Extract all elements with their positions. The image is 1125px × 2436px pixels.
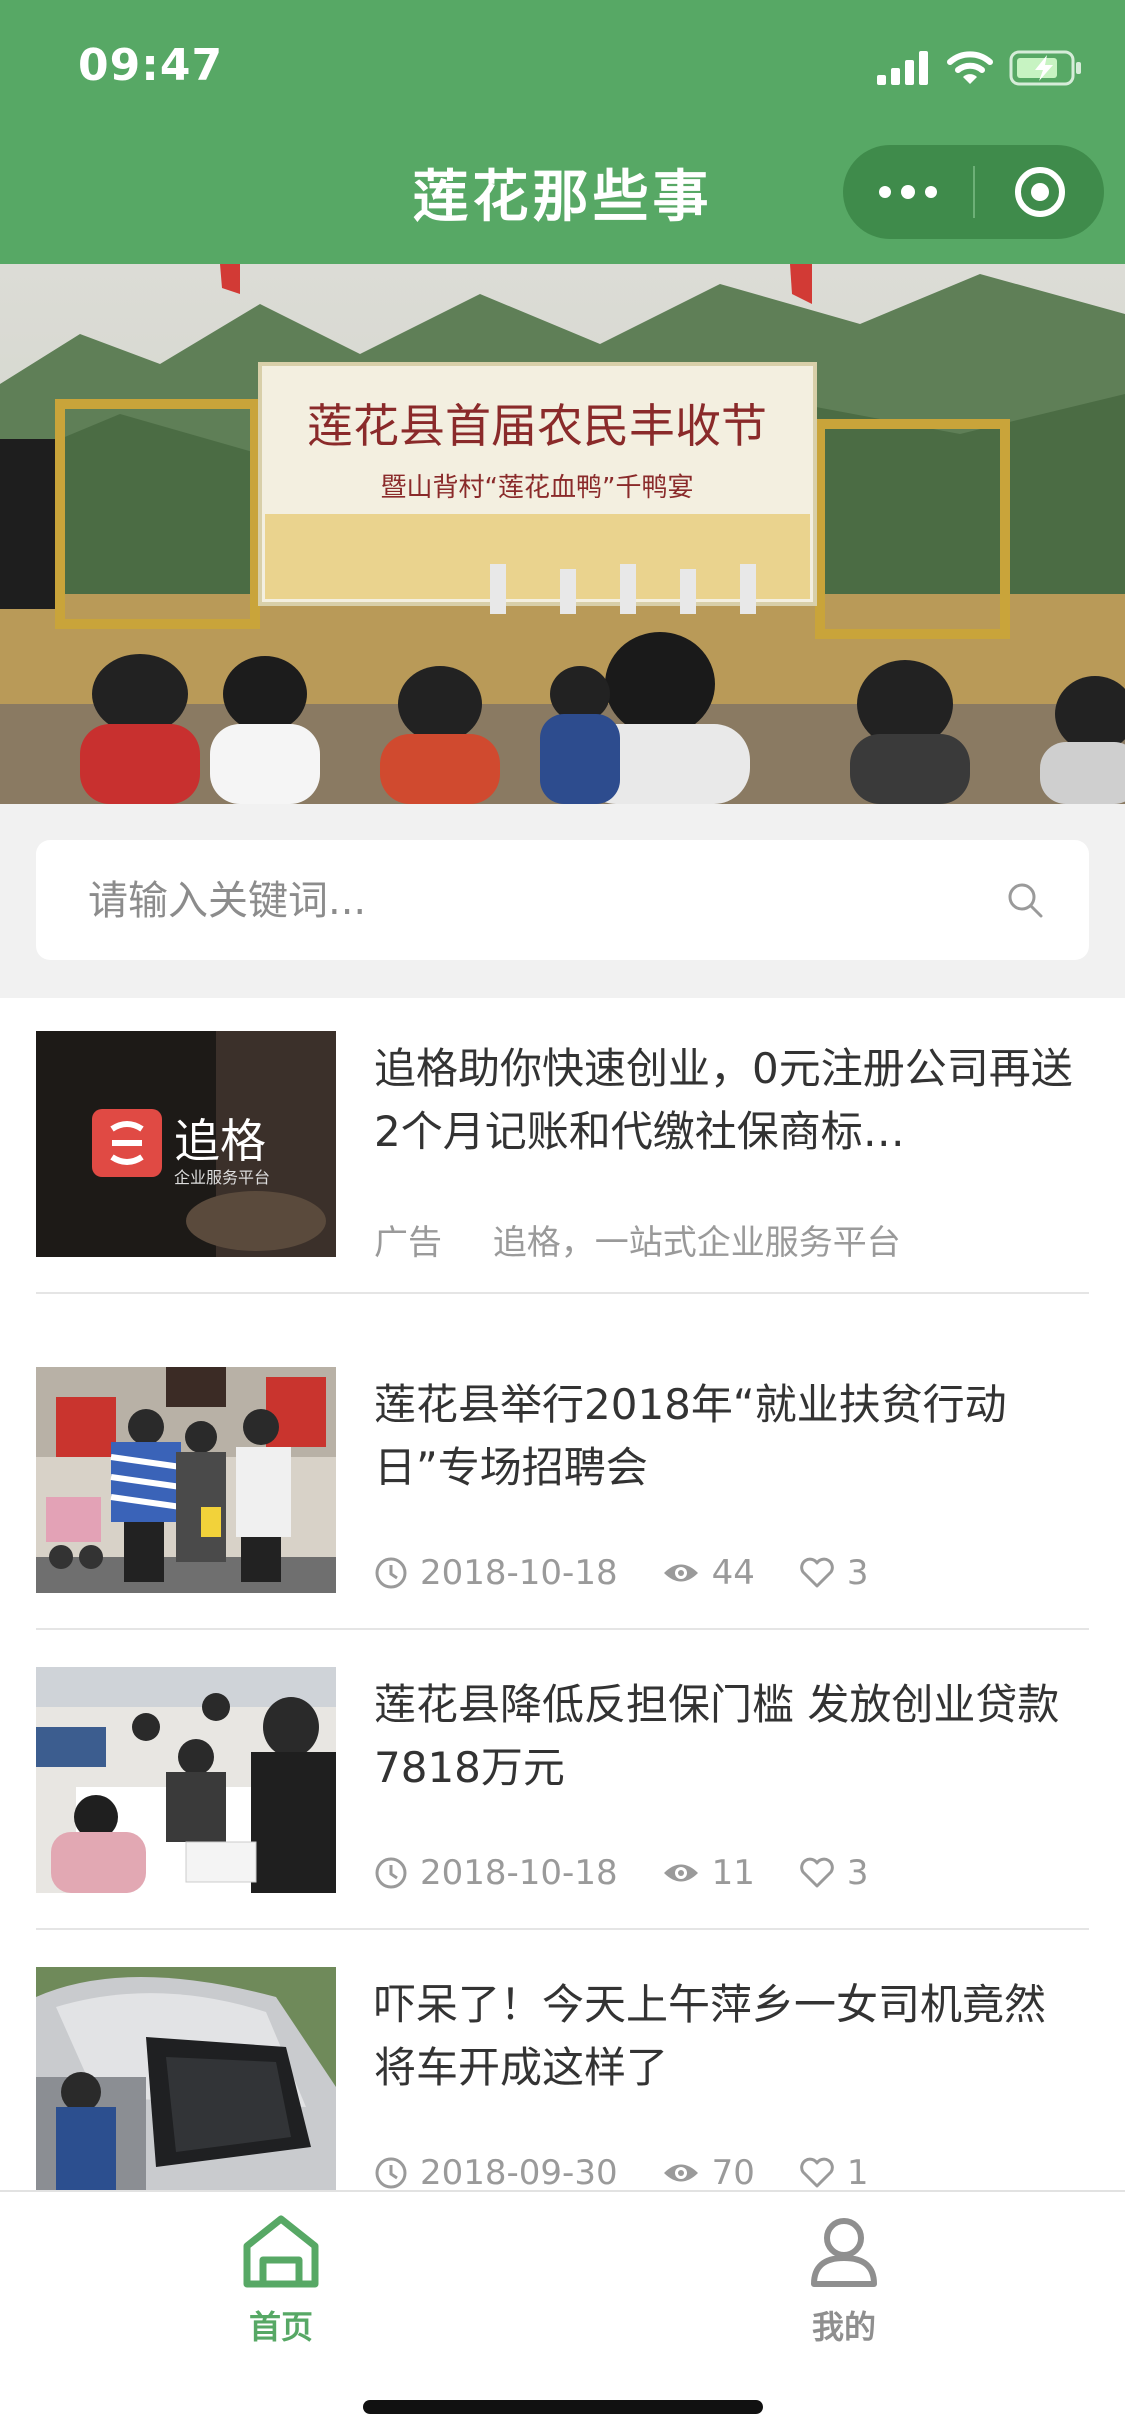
article-views: 70 — [711, 2153, 755, 2193]
likes-group[interactable]: 1 — [799, 2153, 869, 2193]
likes-group[interactable]: 3 — [799, 1853, 869, 1893]
list-item[interactable]: 吓呆了！今天上午萍乡一女司机竟然将车开成这样了 2018-09-30 70 1 — [36, 1967, 1089, 2193]
list-item[interactable]: 莲花县降低反担保门槛 发放创业贷款7818万元 2018-10-18 11 3 — [36, 1667, 1089, 1893]
capsule-menu — [843, 145, 1104, 239]
article-likes: 3 — [846, 1553, 869, 1593]
ad-meta: 广告 追格，一站式企业服务平台 — [374, 1215, 901, 1264]
tab-bar: 首页 我的 — [0, 2190, 1125, 2436]
article-meta: 2018-09-30 70 1 — [374, 2151, 913, 2195]
views-group: 70 — [662, 2153, 755, 2193]
status-time: 09:47 — [78, 40, 224, 91]
divider — [36, 1628, 1089, 1630]
article-meta: 2018-10-18 11 3 — [374, 1851, 913, 1895]
status-icons — [877, 46, 1083, 90]
clock-icon — [375, 1857, 407, 1889]
tab-mine[interactable]: 我的 — [694, 2192, 994, 2362]
clock-icon — [375, 1557, 407, 1589]
header: 09:47 莲花那些事 — [0, 0, 1125, 264]
views-group: 11 — [662, 1853, 755, 1893]
home-icon — [243, 2215, 319, 2288]
more-dots-icon — [879, 185, 937, 199]
article-likes: 3 — [846, 1853, 869, 1893]
search-input[interactable] — [86, 840, 990, 962]
close-button[interactable] — [975, 145, 1104, 239]
heart-icon[interactable] — [799, 1557, 835, 1589]
article-thumbnail — [36, 1667, 336, 1893]
article-date: 2018-09-30 — [420, 2153, 618, 2193]
ad-source: 追格，一站式企业服务平台 — [492, 1223, 901, 1263]
banner-sign-title: 莲花县首届农民丰收节 — [307, 399, 767, 453]
user-icon — [811, 2218, 877, 2287]
article-views: 44 — [711, 1553, 755, 1593]
eye-icon — [663, 2164, 698, 2182]
more-button[interactable] — [843, 145, 973, 239]
views-group: 44 — [662, 1553, 755, 1593]
search-area — [0, 804, 1125, 998]
ad-tag: 广告 — [374, 1223, 442, 1263]
ad-brand-sub: 企业服务平台 — [174, 1168, 270, 1187]
article-title[interactable]: 莲花县举行2018年“就业扶贫行动日”专场招聘会 — [374, 1373, 1074, 1499]
eye-icon — [663, 1564, 698, 1582]
date-group: 2018-09-30 — [374, 2153, 618, 2193]
date-group: 2018-10-18 — [374, 1853, 618, 1893]
article-thumbnail — [36, 1367, 336, 1593]
clock-icon — [375, 2157, 407, 2189]
date-group: 2018-10-18 — [374, 1553, 618, 1593]
wifi-icon — [947, 51, 993, 84]
search-box[interactable] — [36, 840, 1089, 962]
home-indicator — [363, 2400, 763, 2414]
tab-mine-label: 我的 — [811, 2308, 876, 2346]
divider — [36, 1928, 1089, 1930]
heart-icon[interactable] — [799, 2157, 835, 2189]
divider — [36, 1292, 1089, 1294]
article-date: 2018-10-18 — [420, 1553, 618, 1593]
search-icon[interactable] — [1005, 880, 1045, 920]
page: 09:47 莲花那些事 莲花县首届农民丰收节 暨山背村“莲花血鸭”千鸭宴 请输入… — [0, 0, 1125, 2436]
article-meta: 2018-10-18 44 3 — [374, 1551, 913, 1595]
article-title[interactable]: 吓呆了！今天上午萍乡一女司机竟然将车开成这样了 — [374, 1973, 1074, 2099]
tab-home[interactable]: 首页 — [131, 2192, 431, 2362]
ad-brand: 追格 — [174, 1114, 266, 1168]
battery-charging-icon — [1009, 50, 1081, 86]
banner-sign-subtitle: 暨山背村“莲花血鸭”千鸭宴 — [381, 473, 694, 503]
ad-thumbnail: 追格 企业服务平台 — [36, 1031, 336, 1257]
likes-group[interactable]: 3 — [799, 1553, 869, 1593]
article-views: 11 — [711, 1853, 755, 1893]
banner-image[interactable]: 莲花县首届农民丰收节 暨山背村“莲花血鸭”千鸭宴 — [0, 264, 1125, 804]
list-item[interactable]: 莲花县举行2018年“就业扶贫行动日”专场招聘会 2018-10-18 44 3 — [36, 1367, 1089, 1593]
ad-title[interactable]: 追格助你快速创业，0元注册公司再送2个月记账和代缴社保商标… — [374, 1037, 1074, 1163]
signal-icon — [877, 51, 928, 85]
article-date: 2018-10-18 — [420, 1853, 618, 1893]
tab-home-label: 首页 — [248, 2308, 313, 2346]
article-likes: 1 — [846, 2153, 869, 2193]
ad-item[interactable]: 追格 企业服务平台 追格助你快速创业，0元注册公司再送2个月记账和代缴社保商标…… — [36, 1031, 1089, 1263]
article-title[interactable]: 莲花县降低反担保门槛 发放创业贷款7818万元 — [374, 1673, 1074, 1799]
close-target-icon — [1014, 167, 1065, 217]
eye-icon — [663, 1864, 698, 1882]
heart-icon[interactable] — [799, 1857, 835, 1889]
article-thumbnail — [36, 1967, 336, 2193]
